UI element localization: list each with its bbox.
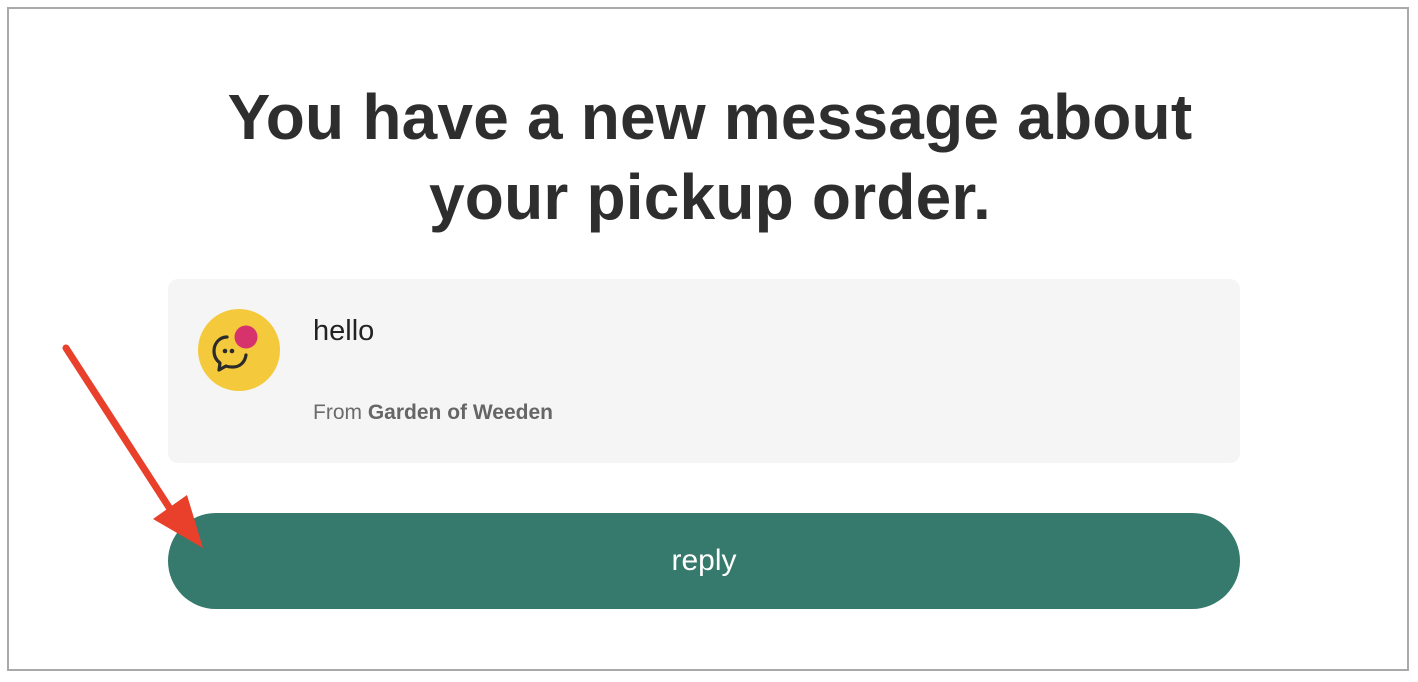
sender-line: From Garden of Weeden (313, 401, 553, 425)
page-title-line-1: You have a new message about (227, 81, 1193, 153)
message-card: hello From Garden of Weeden (168, 279, 1240, 463)
avatar (198, 309, 280, 391)
chat-bubble-notification-icon (212, 325, 258, 372)
page-title-line-2: your pickup order. (429, 161, 991, 233)
sender-prefix: From (313, 401, 362, 424)
email-frame: You have a new message about your pickup… (7, 7, 1409, 671)
message-text: hello (313, 315, 375, 347)
page-title: You have a new message about your pickup… (9, 77, 1411, 237)
sender-name: Garden of Weeden (367, 401, 553, 424)
reply-button[interactable]: reply (168, 513, 1240, 609)
